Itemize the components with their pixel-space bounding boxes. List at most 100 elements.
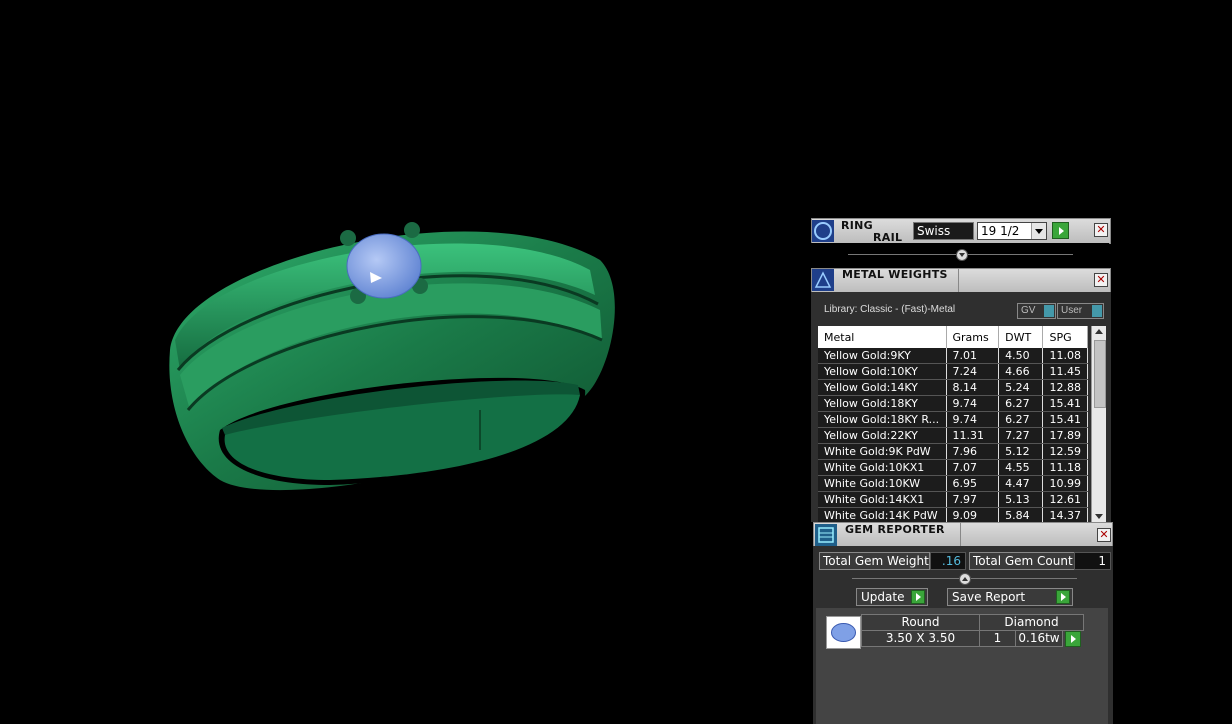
grams-cell: 11.31 bbox=[946, 427, 1000, 444]
metal-cell: Yellow Gold:10KY bbox=[818, 363, 947, 380]
total-gem-weight-label: Total Gem Weight bbox=[819, 552, 930, 570]
metal-cell: Yellow Gold:18KY bbox=[818, 395, 947, 412]
metal-weights-icon bbox=[812, 269, 834, 291]
column-header-spg[interactable]: SPG bbox=[1042, 326, 1088, 348]
save-report-button[interactable]: Save Report bbox=[947, 588, 1073, 606]
dwt-cell: 4.47 bbox=[998, 475, 1044, 492]
table-row[interactable]: Yellow Gold:22KY 11.31 7.27 17.89 bbox=[818, 427, 1088, 444]
dwt-cell: 4.50 bbox=[998, 348, 1044, 364]
save-play-icon bbox=[1056, 590, 1070, 604]
spg-cell: 15.41 bbox=[1042, 395, 1088, 412]
spg-cell: 11.08 bbox=[1042, 348, 1088, 364]
dwt-cell: 7.27 bbox=[998, 427, 1044, 444]
spg-cell: 14.37 bbox=[1042, 507, 1088, 522]
column-header-grams[interactable]: Grams bbox=[946, 326, 1000, 348]
dwt-cell: 5.84 bbox=[998, 507, 1044, 522]
gv-toggle[interactable]: GV bbox=[1017, 303, 1056, 319]
total-gem-weight-value: .16 bbox=[930, 552, 966, 570]
grams-cell: 7.97 bbox=[946, 491, 1000, 508]
grams-cell: 7.96 bbox=[946, 443, 1000, 460]
table-row[interactable]: White Gold:10KW 6.95 4.47 10.99 bbox=[818, 475, 1088, 492]
total-gem-count-label: Total Gem Count bbox=[969, 552, 1076, 570]
gem-thumbnail[interactable] bbox=[826, 616, 861, 649]
gem-shape: Round bbox=[861, 614, 980, 631]
column-header-metal[interactable]: Metal bbox=[818, 326, 947, 348]
spg-cell: 12.61 bbox=[1042, 491, 1088, 508]
table-row[interactable]: White Gold:9K PdW 7.96 5.12 12.59 bbox=[818, 443, 1088, 460]
3d-viewport[interactable] bbox=[0, 0, 810, 724]
ring-model[interactable] bbox=[150, 200, 630, 500]
dwt-cell: 5.13 bbox=[998, 491, 1044, 508]
user-toggle[interactable]: User bbox=[1057, 303, 1104, 319]
spg-cell: 12.88 bbox=[1042, 379, 1088, 396]
metal-cell: White Gold:9K PdW bbox=[818, 443, 947, 460]
metal-weights-title: METAL WEIGHTS bbox=[842, 268, 948, 281]
table-row[interactable]: White Gold:14K PdW 9.09 5.84 14.37 bbox=[818, 507, 1088, 522]
gem-reporter-close-button[interactable]: ✕ bbox=[1097, 528, 1111, 542]
grams-cell: 7.07 bbox=[946, 459, 1000, 476]
table-row[interactable]: Yellow Gold:18KY 9.74 6.27 15.41 bbox=[818, 395, 1088, 412]
dwt-cell: 4.55 bbox=[998, 459, 1044, 476]
metal-cell: Yellow Gold:18KY R... bbox=[818, 411, 947, 428]
metal-cell: Yellow Gold:22KY bbox=[818, 427, 947, 444]
dwt-cell: 5.12 bbox=[998, 443, 1044, 460]
ring-rail-title-line1: RING bbox=[841, 219, 873, 232]
grams-cell: 8.14 bbox=[946, 379, 1000, 396]
table-row[interactable]: Yellow Gold:9KY 7.01 4.50 11.08 bbox=[818, 348, 1088, 364]
total-gem-count-value: 1 bbox=[1074, 552, 1111, 570]
table-row[interactable]: Yellow Gold:18KY R... 9.74 6.27 15.41 bbox=[818, 411, 1088, 428]
table-row[interactable]: Yellow Gold:10KY 7.24 4.66 11.45 bbox=[818, 363, 1088, 380]
toggle-switch-icon bbox=[1044, 305, 1054, 317]
ring-size-value: 19 1/2 bbox=[981, 224, 1020, 238]
spg-cell: 12.59 bbox=[1042, 443, 1088, 460]
table-header-row: Metal Grams DWT SPG bbox=[818, 326, 1088, 348]
spg-cell: 11.18 bbox=[1042, 459, 1088, 476]
ring-standard-field[interactable]: Swiss bbox=[913, 222, 974, 240]
scroll-down-icon[interactable] bbox=[1092, 510, 1106, 522]
table-row[interactable]: Yellow Gold:14KY 8.14 5.24 12.88 bbox=[818, 379, 1088, 396]
toggle-switch-icon bbox=[1092, 305, 1102, 317]
ring-size-dropdown[interactable]: 19 1/2 bbox=[977, 222, 1047, 240]
update-button[interactable]: Update bbox=[856, 588, 928, 606]
update-play-icon bbox=[911, 590, 925, 604]
dwt-cell: 6.27 bbox=[998, 411, 1044, 428]
metal-cell: White Gold:14KX1 bbox=[818, 491, 947, 508]
table-row[interactable]: White Gold:14KX1 7.97 5.13 12.61 bbox=[818, 491, 1088, 508]
titlebar-divider bbox=[958, 268, 959, 292]
titlebar-divider bbox=[960, 522, 961, 546]
ring-rail-close-button[interactable]: ✕ bbox=[1094, 223, 1108, 237]
metal-weights-close-button[interactable]: ✕ bbox=[1094, 273, 1108, 287]
grams-cell: 7.24 bbox=[946, 363, 1000, 380]
metal-cell: White Gold:10KW bbox=[818, 475, 947, 492]
grams-cell: 7.01 bbox=[946, 348, 1000, 364]
metal-weights-table: Metal Grams DWT SPG Yellow Gold:9KY 7.01 4… bbox=[818, 326, 1088, 522]
ring-rail-icon bbox=[812, 220, 834, 242]
gem-reporter-slider-knob[interactable] bbox=[959, 573, 971, 585]
gv-toggle-label: GV bbox=[1021, 305, 1036, 316]
dwt-cell: 6.27 bbox=[998, 395, 1044, 412]
scrollbar-thumb[interactable] bbox=[1094, 340, 1106, 408]
metal-cell: White Gold:14K PdW bbox=[818, 507, 947, 522]
metal-cell: White Gold:10KX1 bbox=[818, 459, 947, 476]
metal-cell: Yellow Gold:9KY bbox=[818, 348, 947, 364]
metal-weights-scrollbar[interactable] bbox=[1091, 326, 1106, 522]
metal-cell: Yellow Gold:14KY bbox=[818, 379, 947, 396]
column-header-dwt[interactable]: DWT bbox=[998, 326, 1044, 348]
spg-cell: 17.89 bbox=[1042, 427, 1088, 444]
scroll-up-icon[interactable] bbox=[1092, 326, 1106, 338]
spg-cell: 11.45 bbox=[1042, 363, 1088, 380]
dwt-cell: 4.66 bbox=[998, 363, 1044, 380]
update-button-label: Update bbox=[861, 590, 905, 604]
spg-cell: 15.41 bbox=[1042, 411, 1088, 428]
grams-cell: 6.95 bbox=[946, 475, 1000, 492]
gem-weight: 0.16tw bbox=[1015, 630, 1063, 647]
spg-cell: 10.99 bbox=[1042, 475, 1088, 492]
table-row[interactable]: White Gold:10KX1 7.07 4.55 11.18 bbox=[818, 459, 1088, 476]
chevron-down-icon[interactable] bbox=[1031, 223, 1046, 239]
grams-cell: 9.09 bbox=[946, 507, 1000, 522]
gem-reporter-icon bbox=[815, 524, 837, 546]
ring-rail-apply-button[interactable] bbox=[1052, 222, 1069, 239]
gem-detail-button[interactable] bbox=[1065, 631, 1081, 647]
ring-rail-slider-knob[interactable] bbox=[956, 249, 968, 261]
save-report-label: Save Report bbox=[952, 590, 1026, 604]
